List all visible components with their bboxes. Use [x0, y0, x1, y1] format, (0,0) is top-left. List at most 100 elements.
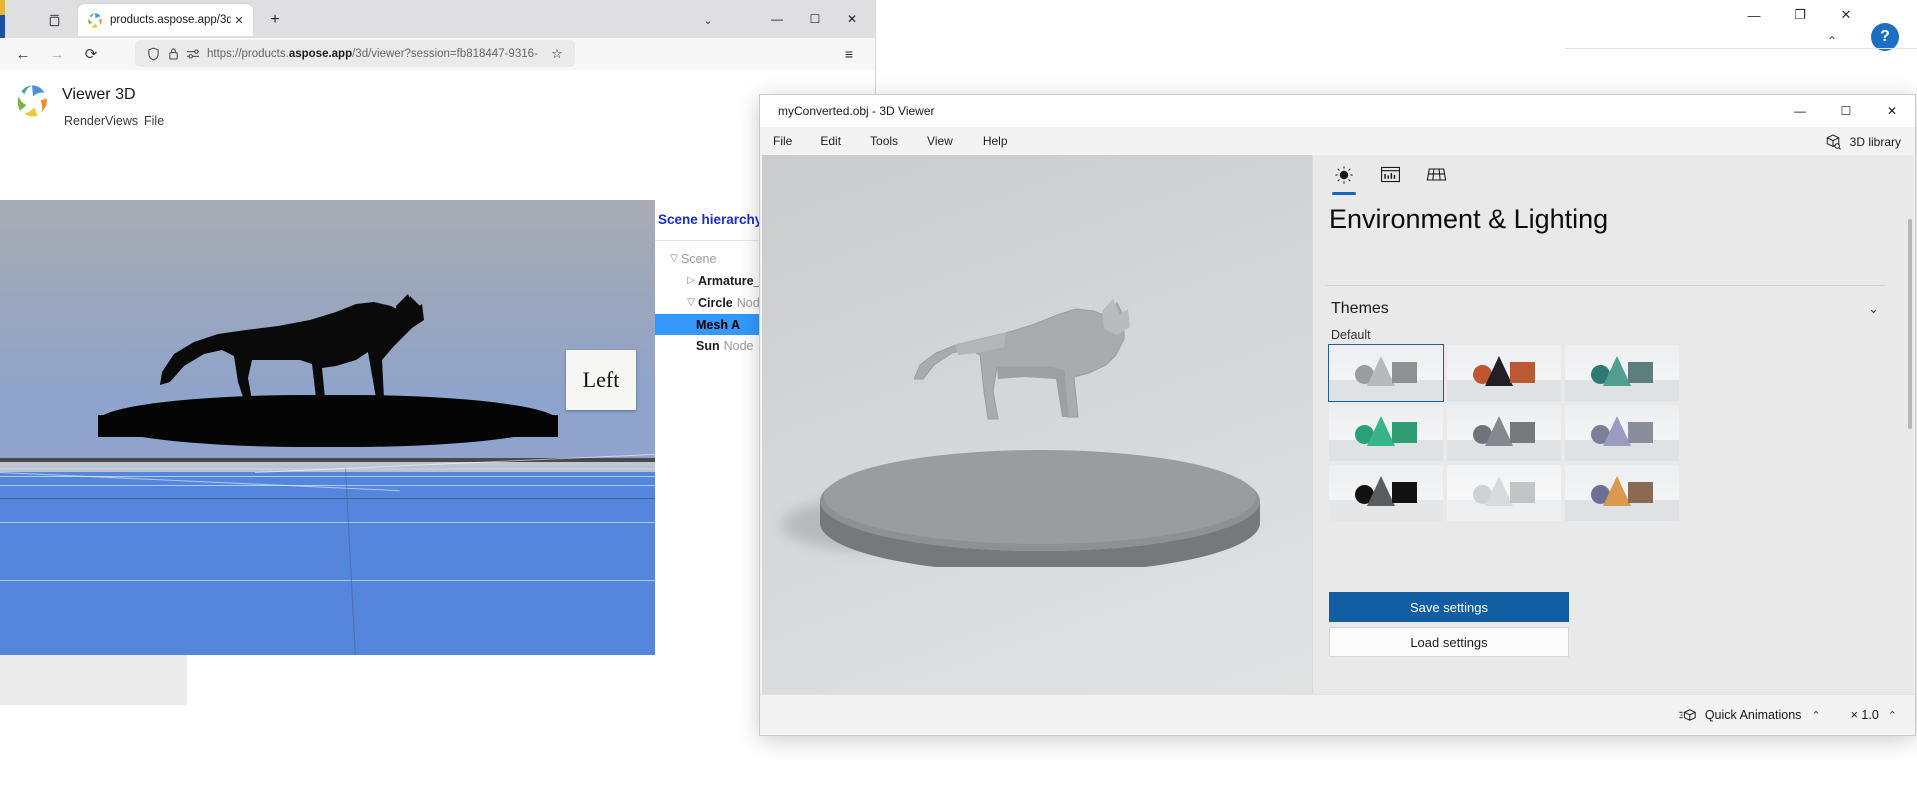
favorite-star-icon[interactable]: ☆	[547, 44, 567, 64]
twisty-icon[interactable]: ▷	[684, 275, 698, 286]
background-maximize-button[interactable]: ❐	[1777, 0, 1823, 30]
viewer3d-titlebar: myConverted.obj - 3D Viewer — ☐ ✕	[760, 95, 1915, 127]
back-button[interactable]: ←	[6, 39, 40, 69]
properties-pane: Environment & Lighting Themes ⌄ Default …	[1312, 155, 1914, 695]
chevron-down-icon[interactable]: ⌄	[697, 10, 719, 30]
background-chevron-up-icon[interactable]: ⌃	[1819, 28, 1845, 54]
viewport-haze-band	[0, 462, 655, 472]
shield-icon[interactable]	[143, 45, 163, 63]
tab-effects[interactable]	[1367, 155, 1413, 199]
viewer3d-window: myConverted.obj - 3D Viewer — ☐ ✕ File E…	[760, 95, 1915, 735]
menu-help[interactable]: Help	[983, 134, 1008, 148]
grid-icon	[1426, 165, 1447, 189]
tree-item-sun[interactable]: Sun Node	[655, 335, 754, 356]
browser-tab[interactable]: products.aspose.app/3d/viewer ✕	[78, 4, 253, 36]
viewer3d-statusbar: Quick Animations ⌃ × 1.0 ⌃	[760, 694, 1915, 735]
tree-item-label: Sun	[696, 338, 720, 353]
3d-library-button[interactable]: 3D library	[1824, 131, 1901, 153]
desktop-block	[0, 650, 187, 705]
tree-item-circle[interactable]: ▽ Circle Node	[655, 292, 767, 313]
3d-library-label: 3D library	[1849, 135, 1901, 149]
chevron-up-icon[interactable]: ⌃	[1888, 709, 1897, 722]
tree-item-armature[interactable]: ▷ Armature_(	[655, 270, 765, 291]
tab-close-icon[interactable]: ✕	[231, 12, 247, 28]
theme-swatch-default[interactable]	[1328, 344, 1444, 402]
viewer3d-canvas[interactable]	[762, 155, 1312, 695]
browser-content: Viewer 3D Render Views File ⌄	[0, 70, 875, 655]
web-3d-viewport[interactable]: Left	[0, 200, 655, 655]
chevron-down-icon[interactable]: ⌄	[1868, 301, 1891, 317]
swatch-cone	[1603, 416, 1631, 446]
theme-swatch-gray[interactable]	[1447, 405, 1561, 461]
swatch-cube	[1392, 482, 1417, 503]
tab-environment-lighting[interactable]	[1321, 155, 1367, 199]
twisty-icon[interactable]: ▽	[684, 297, 698, 308]
view-orientation-cube[interactable]: Left	[566, 350, 636, 410]
app-menu-render[interactable]: Render	[64, 114, 105, 128]
browser-tab-title: products.aspose.app/3d/viewer	[110, 14, 231, 26]
tree-item-type: Node	[723, 338, 754, 353]
viewer3d-maximize-button[interactable]: ☐	[1823, 95, 1869, 127]
scene-hierarchy-title: Scene hierarchy t	[658, 212, 771, 227]
background-window-titlebar: — ❐ ✕	[1517, 0, 1917, 30]
reload-button[interactable]: ⟳	[74, 39, 108, 69]
tab-floor-grid[interactable]	[1413, 155, 1459, 199]
swatch-cone	[1367, 476, 1395, 506]
animation-cube-icon	[1677, 705, 1699, 725]
swatch-cone	[1485, 356, 1513, 386]
viewport-ground	[0, 465, 655, 655]
theme-swatch-teal[interactable]	[1565, 345, 1679, 401]
app-menu-file[interactable]: File	[144, 114, 164, 128]
playback-speed-value[interactable]: × 1.0	[1851, 708, 1879, 722]
swatch-cube	[1628, 362, 1653, 383]
themes-group-label: Default	[1331, 328, 1371, 342]
chevron-up-icon[interactable]: ⌃	[1811, 709, 1820, 722]
tracking-prevention-icon[interactable]	[183, 45, 203, 63]
lock-icon[interactable]	[163, 45, 183, 63]
background-minimize-button[interactable]: —	[1731, 0, 1777, 30]
theme-swatch-sunset[interactable]	[1447, 345, 1561, 401]
properties-scrollbar[interactable]	[1908, 219, 1912, 429]
menu-tools[interactable]: Tools	[870, 134, 898, 148]
theme-swatch-grid	[1328, 344, 1681, 521]
collections-icon[interactable]	[42, 8, 66, 32]
accent-stripe	[0, 0, 5, 38]
new-tab-button[interactable]: +	[264, 9, 286, 31]
save-settings-button[interactable]: Save settings	[1329, 592, 1569, 622]
forward-button[interactable]: →	[40, 39, 74, 69]
background-close-button[interactable]: ✕	[1823, 0, 1869, 30]
image-adjust-icon	[1380, 165, 1401, 189]
viewer-dog-model	[914, 299, 1130, 420]
app-menu-views[interactable]: Views	[105, 114, 138, 128]
menu-file[interactable]: File	[773, 134, 792, 148]
swatch-cone	[1367, 356, 1395, 386]
theme-swatch-night[interactable]	[1329, 465, 1443, 521]
browser-close-button[interactable]: ✕	[829, 0, 875, 38]
view-cube-label: Left	[582, 367, 620, 392]
theme-swatch-soft[interactable]	[1447, 465, 1561, 521]
tree-item-scene[interactable]: ▽ Scene	[655, 248, 716, 269]
page-title: Viewer 3D	[62, 86, 136, 103]
theme-swatch-green[interactable]	[1329, 405, 1443, 461]
menu-edit[interactable]: Edit	[820, 134, 841, 148]
viewport-dog-model	[160, 294, 424, 400]
theme-swatch-warm[interactable]	[1565, 465, 1679, 521]
themes-section-header[interactable]: Themes ⌄	[1331, 296, 1891, 322]
load-settings-button[interactable]: Load settings	[1329, 627, 1569, 657]
viewer3d-minimize-button[interactable]: —	[1777, 95, 1823, 127]
address-bar[interactable]: https://products.aspose.app/3d/viewer?se…	[135, 40, 575, 67]
menu-view[interactable]: View	[927, 134, 953, 148]
browser-tabstrip: products.aspose.app/3d/viewer ✕ + ⌄ — ☐ …	[0, 0, 875, 38]
browser-menu-button[interactable]: ≡	[838, 44, 860, 64]
theme-swatch-violet[interactable]	[1565, 405, 1679, 461]
twisty-icon[interactable]: ▽	[667, 253, 681, 264]
viewer3d-close-button[interactable]: ✕	[1869, 95, 1915, 127]
swatch-cone	[1603, 476, 1631, 506]
tree-item-label: Circle	[698, 295, 733, 310]
swatch-cone	[1603, 356, 1631, 386]
themes-label: Themes	[1331, 300, 1389, 317]
browser-window: products.aspose.app/3d/viewer ✕ + ⌄ — ☐ …	[0, 0, 875, 655]
quick-animations-label[interactable]: Quick Animations	[1705, 708, 1802, 722]
help-icon[interactable]: ?	[1871, 23, 1899, 51]
swatch-cone	[1485, 416, 1513, 446]
